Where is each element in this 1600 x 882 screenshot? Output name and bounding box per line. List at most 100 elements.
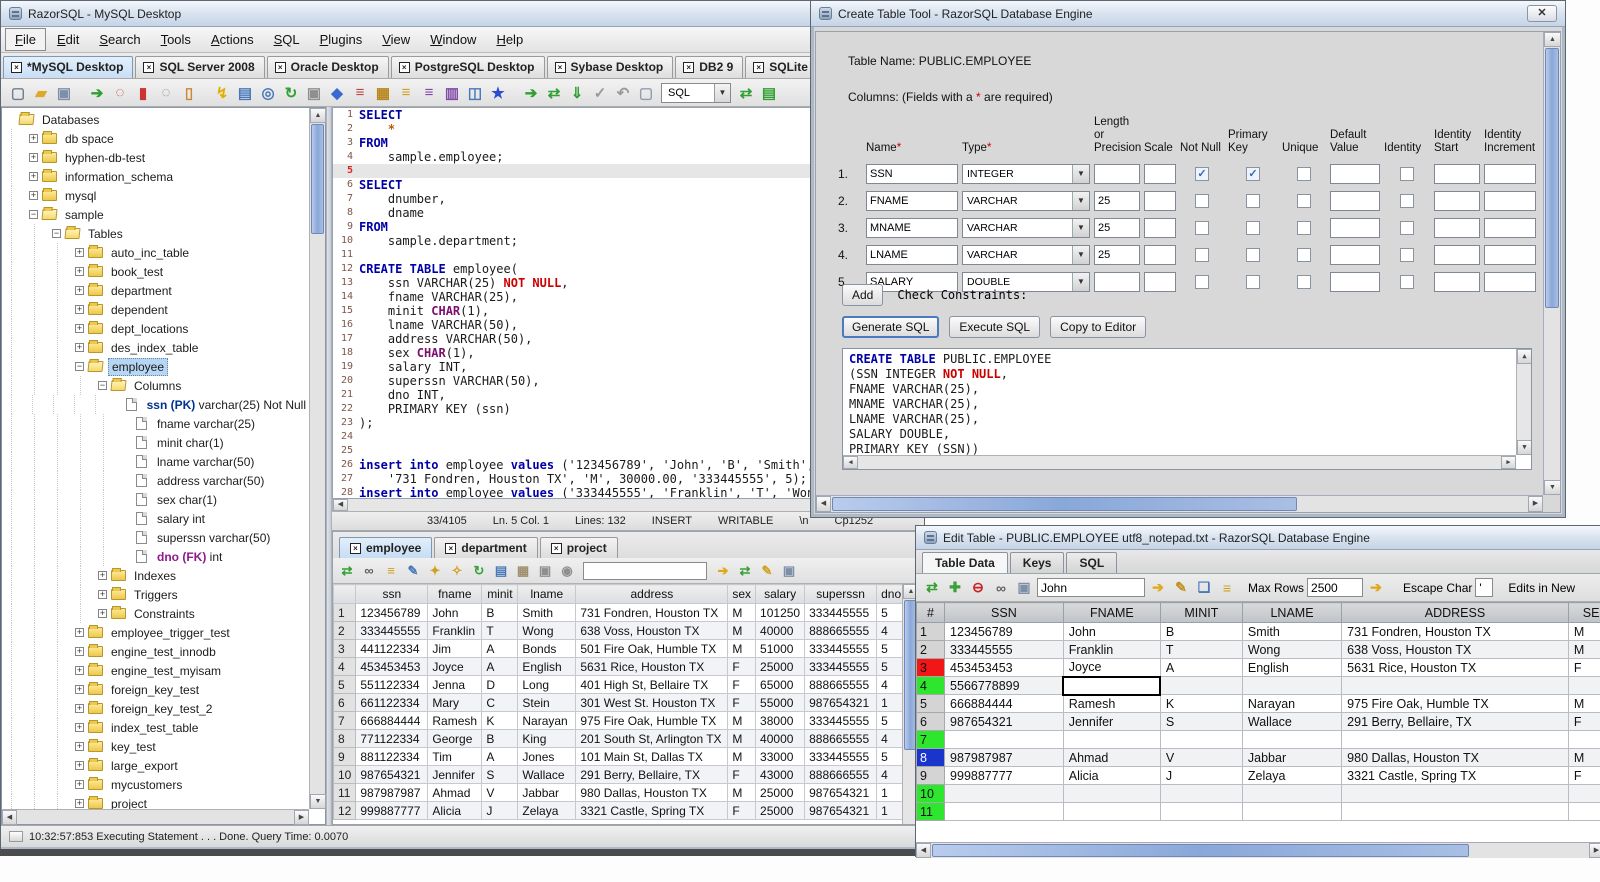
menu-file[interactable]: File	[5, 28, 46, 51]
tree-item-ssn[interactable]: ssn (PK) varchar(25) Not Null	[6, 395, 309, 414]
cell[interactable]: 43000	[755, 765, 806, 784]
disconnect-icon[interactable]: ◌	[109, 82, 131, 104]
tab-keys[interactable]: Keys	[1009, 552, 1065, 573]
connection-tab--mysql-desktop[interactable]: × *MySQL Desktop	[3, 56, 134, 78]
cell[interactable]: 3321 Castle, Spring TX	[575, 801, 729, 820]
cell[interactable]: 999887777	[355, 801, 429, 820]
primary-key-checkbox[interactable]	[1246, 194, 1260, 208]
default-value-field[interactable]	[1330, 218, 1380, 238]
cell[interactable]: 975 Fire Oak, Humble TX	[575, 711, 729, 730]
tab-table-data[interactable]: Table Data	[922, 552, 1008, 573]
add-column-button[interactable]: Add	[842, 284, 884, 306]
menu-help[interactable]: Help	[487, 29, 532, 50]
close-icon[interactable]: ✕	[1527, 5, 1557, 22]
sql-vertical-scrollbar[interactable]: ▲ ▼	[1516, 349, 1531, 455]
scale-field[interactable]	[1144, 272, 1176, 292]
tree-item-engine_test_myisam[interactable]: + engine_test_myisam	[6, 661, 309, 680]
cell[interactable]: M	[1567, 622, 1600, 641]
cell[interactable]: Jim	[427, 639, 483, 658]
tree-item-mysql[interactable]: + mysql	[6, 186, 309, 205]
tree-item-des_index_table[interactable]: + des_index_table	[6, 338, 309, 357]
cell[interactable]	[944, 802, 1064, 821]
cell[interactable]: J	[1159, 766, 1243, 785]
identity-start-field[interactable]	[1434, 191, 1480, 211]
expand-icon[interactable]: +	[75, 647, 84, 656]
cell[interactable]: F	[1567, 766, 1600, 785]
expand-icon[interactable]: +	[75, 685, 84, 694]
menu-sql[interactable]: SQL	[265, 29, 309, 50]
tree-item-tables[interactable]: − Tables	[6, 224, 309, 243]
cell[interactable]: 301 West St. Houston TX	[575, 693, 729, 712]
scroll-left-icon[interactable]: ◀	[916, 843, 931, 858]
identity-checkbox[interactable]	[1400, 167, 1414, 181]
cell[interactable]: M	[727, 783, 757, 802]
cell[interactable]: 987987987	[944, 748, 1064, 767]
tree-item-hyphen-db-test[interactable]: + hyphen-db-test	[6, 148, 309, 167]
tree-item-large_export[interactable]: + large_export	[6, 756, 309, 775]
tree-item-lname[interactable]: lname varchar(50)	[6, 452, 309, 471]
cell[interactable]: 666884444	[355, 711, 429, 730]
name-field[interactable]	[866, 218, 958, 238]
cell[interactable]: V	[481, 783, 519, 802]
cell[interactable]: Bonds	[517, 639, 577, 658]
expand-icon[interactable]: +	[75, 248, 84, 257]
cell[interactable]: Ramesh	[427, 711, 483, 730]
cell[interactable]: 661122334	[355, 693, 429, 712]
cell[interactable]: A	[1159, 658, 1243, 677]
cell[interactable]: English	[1241, 658, 1343, 677]
connection-info-icon[interactable]: ◌	[155, 82, 177, 104]
close-tab-icon[interactable]: ×	[445, 542, 457, 554]
tree-item-salary[interactable]: salary int	[6, 509, 309, 528]
db-columns-icon[interactable]: ≡	[349, 82, 371, 104]
default-value-field[interactable]	[1330, 191, 1380, 211]
cell[interactable]: 333445555	[804, 747, 878, 766]
find-object-icon[interactable]: ◎	[257, 82, 279, 104]
chevron-down-icon[interactable]: ▼	[1072, 219, 1089, 237]
identity-increment-field[interactable]	[1484, 245, 1536, 265]
expand-icon[interactable]: +	[75, 723, 84, 732]
view-cell-icon[interactable]: ∞	[991, 577, 1011, 599]
sql-horizontal-scrollbar[interactable]: ◀ ▶	[843, 455, 1516, 469]
cell[interactable]: Stein	[517, 693, 577, 712]
scroll-right-icon[interactable]: ▶	[294, 810, 309, 825]
scale-field[interactable]	[1144, 164, 1176, 184]
cell[interactable]	[1159, 784, 1243, 803]
cell[interactable]: A	[481, 747, 519, 766]
length-field[interactable]	[1094, 272, 1140, 292]
cell[interactable]: King	[517, 729, 577, 748]
unique-checkbox[interactable]	[1297, 194, 1311, 208]
identity-checkbox[interactable]	[1400, 194, 1414, 208]
cell[interactable]: Mary	[427, 693, 483, 712]
cell[interactable]: F	[1567, 712, 1600, 731]
identity-increment-field[interactable]	[1484, 191, 1536, 211]
cell[interactable]: Alicia	[1062, 766, 1161, 785]
cell[interactable]: Smith	[1241, 622, 1343, 641]
expand-icon[interactable]: +	[75, 324, 84, 333]
result-tab-department[interactable]: × department	[434, 537, 538, 558]
column-header-lname[interactable]: lname	[517, 584, 577, 604]
cell[interactable]: George	[427, 729, 483, 748]
edit-table-horizontal-scrollbar[interactable]: ◀ ▶	[916, 842, 1600, 858]
cell[interactable]: 441122334	[355, 639, 429, 658]
not-null-checkbox[interactable]: ✓	[1195, 167, 1209, 181]
cell[interactable]: 291 Berry, Bellaire, TX	[575, 765, 729, 784]
cell[interactable]: D	[481, 675, 519, 694]
tree-item-employee_trigger_test[interactable]: + employee_trigger_test	[6, 623, 309, 642]
cell[interactable]	[1567, 676, 1600, 695]
tree-item-index_test_table[interactable]: + index_test_table	[6, 718, 309, 737]
cell[interactable]: S	[1159, 712, 1243, 731]
cell[interactable]: 5631 Rice, Houston TX	[1341, 658, 1569, 677]
scale-field[interactable]	[1144, 191, 1176, 211]
result-tab-employee[interactable]: × employee	[339, 537, 433, 558]
highlight-icon[interactable]: ✎	[1171, 577, 1191, 599]
edit-table-data-icon[interactable]: ▦	[372, 82, 394, 104]
tree-vertical-scrollbar[interactable]: ▲ ▼	[309, 108, 326, 809]
cell[interactable]	[1341, 802, 1569, 821]
cell[interactable]: S	[481, 765, 519, 784]
menu-plugins[interactable]: Plugins	[311, 29, 372, 50]
cell[interactable]: F	[727, 765, 757, 784]
cell[interactable]: F	[727, 693, 757, 712]
cell[interactable]	[944, 784, 1064, 803]
column-header-MINIT[interactable]: MINIT	[1159, 602, 1243, 623]
cell[interactable]: M	[727, 603, 757, 622]
